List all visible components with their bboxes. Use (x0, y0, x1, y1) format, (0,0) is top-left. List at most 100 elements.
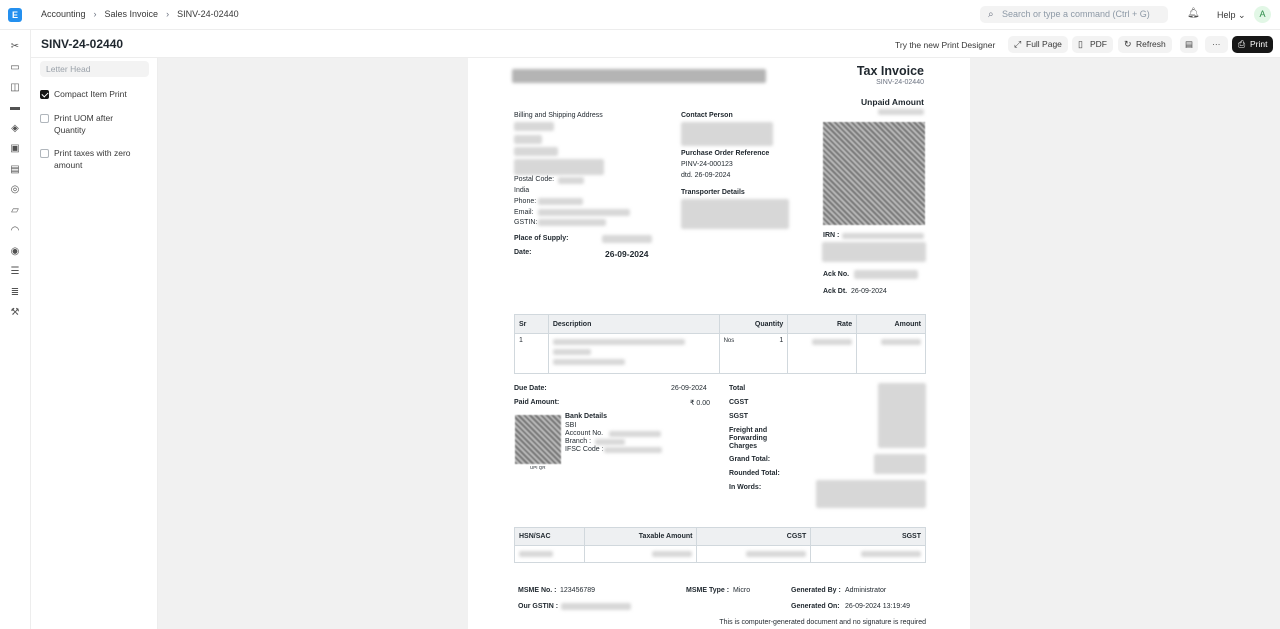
totals-values (878, 383, 926, 448)
tax-hsn (514, 545, 585, 563)
due-date-value: 26-09-2024 (671, 385, 707, 392)
money-icon[interactable]: ▭ (9, 62, 21, 74)
in-words-label: In Words: (729, 484, 762, 491)
box-icon[interactable]: ◈ (9, 123, 21, 135)
item-sr: 1 (514, 333, 549, 374)
address-line (514, 135, 542, 144)
print-button[interactable]: ⎙ Print (1232, 36, 1274, 53)
compact-item-print-option[interactable]: Compact Item Print (40, 88, 127, 100)
sgst-label: SGST (729, 413, 749, 420)
item-description-line (552, 349, 591, 355)
in-words-value (816, 480, 926, 508)
settings-doc-button[interactable]: ▤ (1180, 36, 1199, 53)
headset-icon[interactable]: ◠ (9, 225, 21, 237)
footer-note: This is computer-generated document and … (719, 619, 926, 626)
col-sr: Sr (514, 314, 549, 334)
factory-icon[interactable]: ▤ (9, 164, 21, 176)
items-table: Sr Description Quantity Rate Amount 1 No… (514, 314, 926, 374)
tax-breakup-table: HSN/SAC Taxable Amount CGST SGST (514, 527, 926, 563)
upi-qr-code (515, 415, 561, 464)
try-print-designer-link[interactable]: Try the new Print Designer (895, 40, 995, 50)
rounded-total-label: Rounded Total: (729, 470, 780, 477)
transporter-label: Transporter Details (681, 189, 745, 196)
paid-amount-value: ₹ 0.00 (690, 400, 711, 407)
company-logo (512, 69, 766, 83)
e-invoice-qr-code (823, 122, 925, 225)
breadcrumb-sales-invoice[interactable]: Sales Invoice (105, 9, 159, 19)
upi-qr-label: UPI QR (530, 465, 546, 470)
branch-value (595, 439, 625, 445)
chevron-down-icon: ⌄ (1238, 10, 1246, 20)
bank-name: SBI (565, 422, 577, 429)
pdf-label: PDF (1090, 39, 1107, 49)
generated-by-label: Generated By : (791, 587, 841, 594)
app-logo[interactable]: E (8, 8, 22, 22)
irn-value (842, 233, 924, 239)
printer-icon: ⎙ (1238, 39, 1246, 49)
more-button[interactable]: ··· (1205, 36, 1228, 53)
truck-icon[interactable]: ▣ (9, 143, 21, 155)
po-date: dtd. 26-09-2024 (681, 172, 731, 179)
phone-value (538, 198, 583, 205)
msme-no-label: MSME No. : (518, 587, 557, 594)
address-line (514, 159, 604, 175)
col-description: Description (547, 314, 720, 334)
print-settings-sidebar: Letter Head Compact Item Print Print UOM… (31, 58, 158, 629)
card-icon[interactable]: ▬ (9, 102, 21, 114)
tools-icon[interactable]: ✂ (9, 41, 21, 53)
doc-type-title: Tax Invoice (856, 64, 924, 78)
refresh-button[interactable]: ↻ Refresh (1118, 36, 1172, 53)
items-header-row: Sr Description Quantity Rate Amount (514, 314, 926, 334)
bag-icon[interactable]: ◫ (9, 82, 21, 94)
checkbox[interactable] (40, 148, 49, 158)
breadcrumb-accounting[interactable]: Accounting (41, 9, 86, 19)
gstin-label: GSTIN: (514, 219, 538, 226)
print-zero-taxes-option[interactable]: Print taxes with zero amount (40, 147, 145, 171)
col-amount: Amount (856, 314, 926, 334)
irn-label: IRN : (823, 232, 840, 239)
ack-no-value (854, 270, 918, 279)
checkbox-checked[interactable] (40, 89, 49, 99)
notification-bell-icon[interactable]: 🔔︎ (1187, 8, 1200, 19)
server-icon[interactable]: ☰ (9, 266, 21, 278)
option-label: Print taxes with zero amount (54, 148, 131, 170)
item-description-line (552, 339, 685, 345)
module-sidebar: ✂ ▭ ◫ ▬ ◈ ▣ ▤ ◎ ▱ ◠ ◉ ☰ ≣ ⚒ (0, 30, 31, 629)
layers-icon[interactable]: ≣ (9, 287, 21, 299)
generated-by-value: Administrator (845, 587, 887, 594)
help-dropdown[interactable]: Help ⌄ (1217, 10, 1246, 21)
wrench-icon[interactable]: ⚒ (9, 307, 21, 319)
avatar[interactable]: A (1254, 6, 1271, 23)
search-input[interactable]: ⌕ Search or type a command (Ctrl + G) (980, 6, 1168, 23)
tax-hsn-value (519, 551, 553, 557)
invoice-sheet: Tax Invoice SINV-24-02440 Unpaid Amount … (468, 58, 970, 629)
option-label: Compact Item Print (54, 89, 127, 99)
postal-code-label: Postal Code: (514, 176, 555, 183)
breadcrumb-current[interactable]: SINV-24-02440 (177, 9, 239, 19)
item-rate-value (812, 339, 853, 345)
tax-taxable (583, 545, 698, 563)
checkbox[interactable] (40, 113, 49, 123)
full-page-label: Full Page (1026, 39, 1062, 49)
tax-cgst-value (746, 551, 807, 557)
folder-icon[interactable]: ▱ (9, 205, 21, 217)
bank-details-title: Bank Details (565, 413, 608, 420)
full-page-button[interactable]: ⤢ Full Page (1008, 36, 1068, 53)
letter-head-select[interactable]: Letter Head (40, 61, 149, 77)
tax-sgst (810, 545, 926, 563)
print-uom-option[interactable]: Print UOM after Quantity (40, 112, 140, 136)
target-icon[interactable]: ◉ (9, 246, 21, 258)
unpaid-amount-value (878, 109, 924, 115)
cgst-label: CGST (729, 399, 749, 406)
tax-taxable-value (652, 551, 693, 557)
document-icon: ▤ (1185, 39, 1194, 49)
col-sgst: SGST (810, 527, 926, 546)
search-placeholder: Search or type a command (Ctrl + G) (1002, 9, 1150, 19)
print-preview-area: Tax Invoice SINV-24-02440 Unpaid Amount … (158, 58, 1280, 629)
settings-icon[interactable]: ◎ (9, 184, 21, 196)
col-cgst: CGST (696, 527, 812, 546)
msme-type-label: MSME Type : (686, 587, 730, 594)
contact-person-label: Contact Person (681, 112, 733, 119)
col-hsn: HSN/SAC (514, 527, 585, 546)
pdf-button[interactable]: ▯ PDF (1072, 36, 1113, 53)
